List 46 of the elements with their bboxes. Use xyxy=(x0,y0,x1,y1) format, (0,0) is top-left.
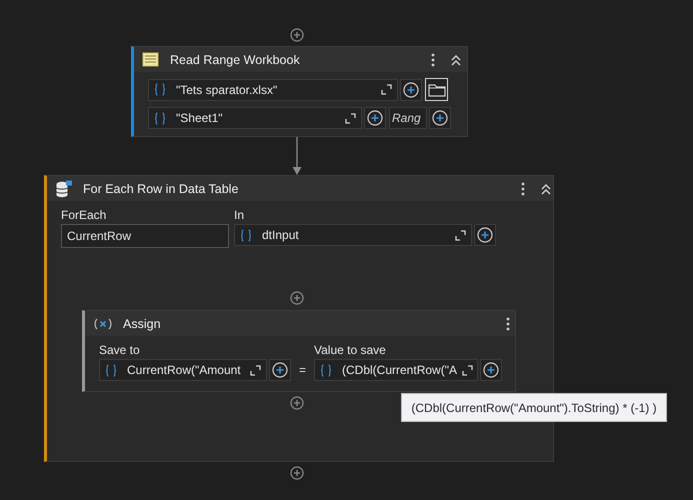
field-value: dtInput xyxy=(261,228,300,242)
add-button[interactable] xyxy=(269,359,291,381)
field-value: (CDbl(CurrentRow("A xyxy=(341,363,457,377)
add-button[interactable] xyxy=(290,396,304,410)
field-label: Save to xyxy=(99,343,141,357)
field-label: ForEach xyxy=(61,208,108,222)
add-button[interactable] xyxy=(480,359,502,381)
expand-icon[interactable] xyxy=(455,230,466,240)
field-label: Value to save xyxy=(314,343,387,357)
field-value: CurrentRow("Amount xyxy=(126,363,242,377)
collapse-icon[interactable] xyxy=(450,54,462,66)
add-button[interactable] xyxy=(474,224,496,246)
activity-title: Assign xyxy=(123,316,161,330)
add-button[interactable] xyxy=(290,466,304,480)
activity-title: For Each Row in Data Table xyxy=(83,182,238,196)
more-options-icon[interactable] xyxy=(506,317,510,331)
range-field[interactable]: Rang xyxy=(389,107,427,129)
expression-field[interactable]: "Sheet1" xyxy=(148,107,362,129)
add-button[interactable] xyxy=(364,107,386,129)
browse-button[interactable] xyxy=(425,78,448,101)
expression-field[interactable]: "Tets sparator.xlsx" xyxy=(148,78,398,100)
tooltip: (CDbl(CurrentRow("Amount").ToString) * (-1) ) xyxy=(401,393,667,422)
add-button[interactable] xyxy=(400,78,422,100)
equals-sign: = xyxy=(298,363,308,379)
expression-field[interactable]: CurrentRow("Amount xyxy=(99,359,267,381)
add-button[interactable] xyxy=(429,107,451,129)
activity-title: Read Range Workbook xyxy=(170,52,300,66)
expand-icon[interactable] xyxy=(462,364,473,376)
field-value: "Tets sparator.xlsx" xyxy=(175,82,278,96)
expand-icon[interactable] xyxy=(250,364,261,376)
expression-field[interactable]: (CDbl(CurrentRow("A xyxy=(314,359,478,381)
input-field[interactable]: CurrentRow xyxy=(61,224,229,248)
database-icon xyxy=(55,180,73,198)
connector-arrow xyxy=(292,137,302,176)
spreadsheet-icon xyxy=(142,52,160,68)
field-label: In xyxy=(234,208,246,222)
field-value: "Sheet1" xyxy=(175,111,224,125)
expression-field[interactable]: dtInput xyxy=(234,224,472,246)
add-button[interactable] xyxy=(290,28,304,42)
collapse-icon[interactable] xyxy=(540,183,552,195)
add-button[interactable] xyxy=(290,291,304,305)
more-options-icon[interactable] xyxy=(521,182,525,196)
expand-icon[interactable] xyxy=(381,84,392,95)
more-options-icon[interactable] xyxy=(431,53,435,67)
expand-icon[interactable] xyxy=(345,112,356,124)
variable-icon xyxy=(93,318,113,330)
